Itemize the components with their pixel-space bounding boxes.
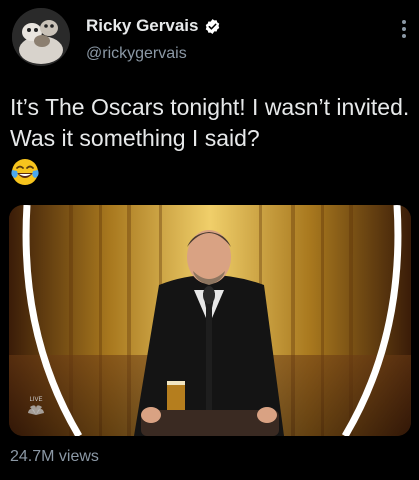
tweet-media-image[interactable]: LIVE <box>9 205 411 436</box>
media-photo: LIVE <box>9 205 411 436</box>
more-options-icon[interactable] <box>399 18 409 40</box>
author-handle[interactable]: @rickygervais <box>86 45 187 63</box>
avatar-image <box>12 8 70 66</box>
network-live-label: LIVE <box>29 397 42 403</box>
author-name-row[interactable]: Ricky Gervais <box>86 16 221 36</box>
avatar[interactable] <box>12 8 70 66</box>
author-name[interactable]: Ricky Gervais <box>86 16 198 36</box>
verified-badge-icon <box>206 18 220 34</box>
view-count: 24.7M views <box>10 448 99 465</box>
tears-of-joy-emoji-icon <box>11 159 39 185</box>
tweet-text: It’s The Oscars tonight! I wasn’t invite… <box>10 94 410 151</box>
